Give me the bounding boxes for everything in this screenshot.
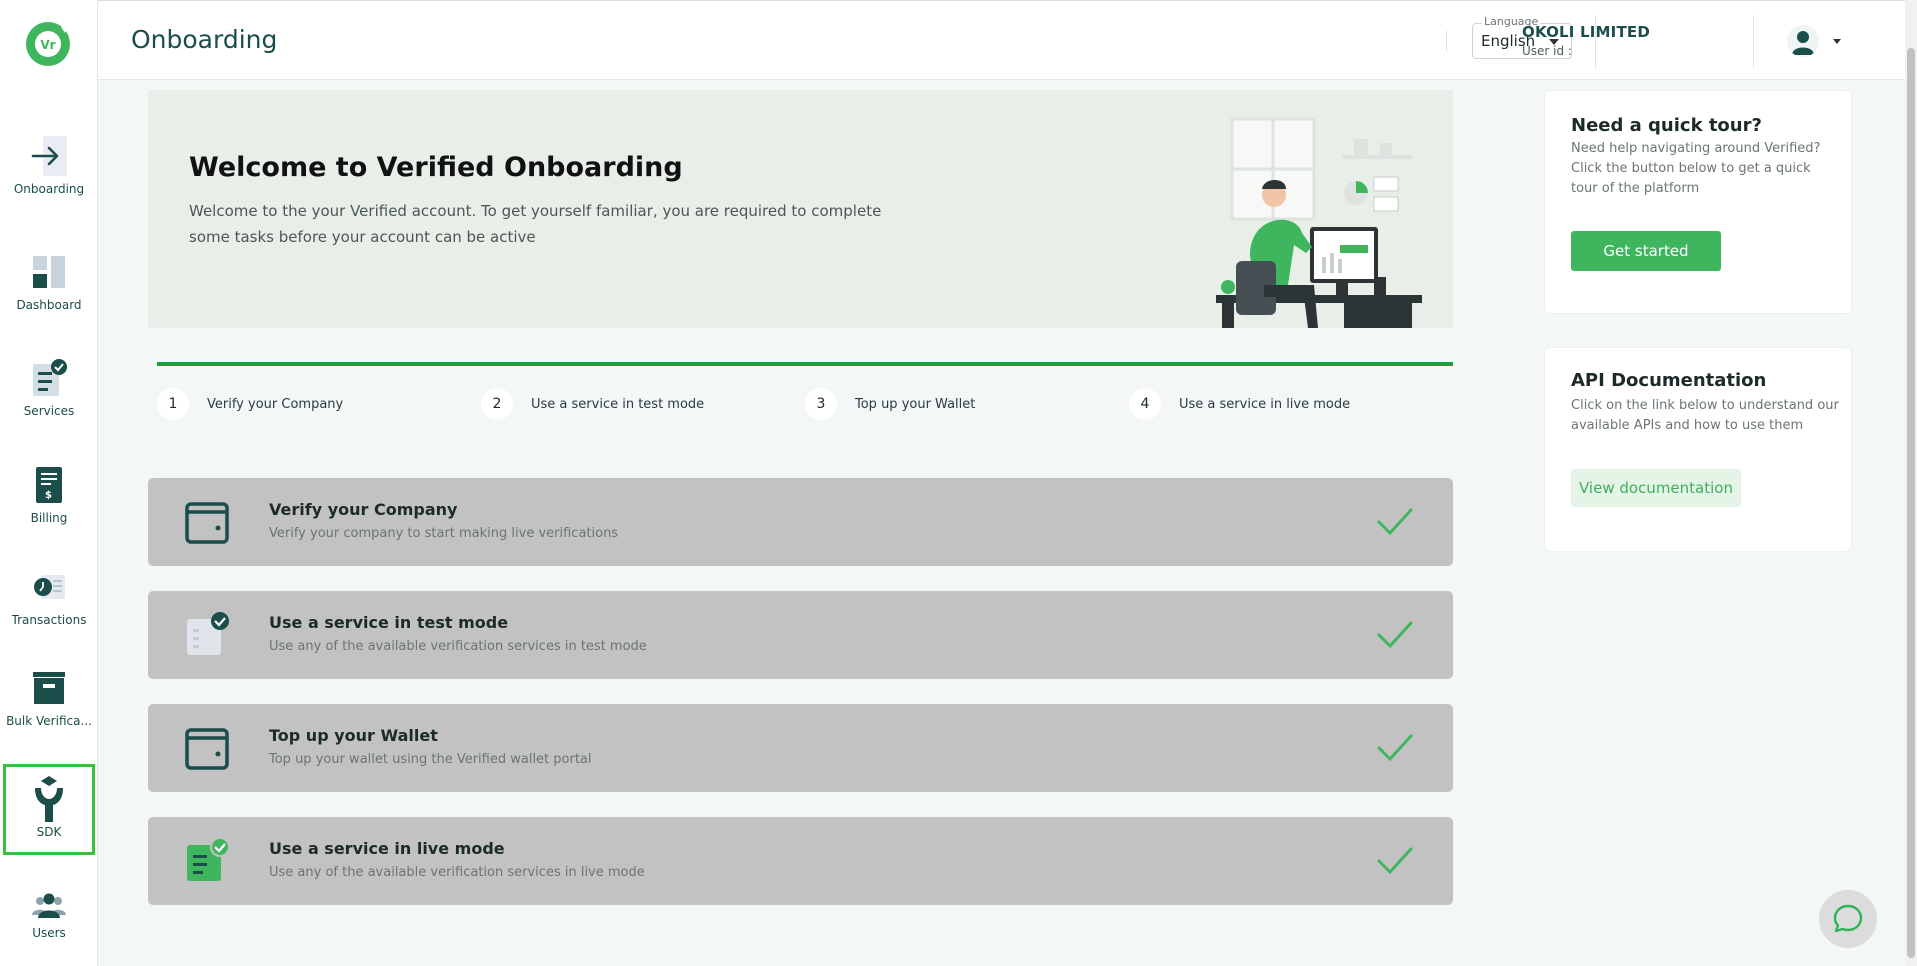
task-description: Use any of the available verification se…: [269, 639, 647, 654]
step-label: Use a service in live mode: [1179, 397, 1351, 412]
step-progress-bar: [481, 362, 805, 366]
sidebar-item-sdk[interactable]: SDK: [3, 764, 95, 855]
wallet-icon: [184, 498, 232, 546]
task-top-up-wallet[interactable]: Top up your Wallet Top up your wallet us…: [148, 704, 1453, 792]
sidebar-item-label: Dashboard: [16, 298, 82, 312]
step-4[interactable]: 4 Use a service in live mode: [1129, 362, 1453, 422]
checkmark-icon: [1375, 730, 1415, 766]
task-title: Use a service in live mode: [269, 839, 505, 858]
verified-logo[interactable]: Vr: [25, 21, 71, 67]
sidebar-item-dashboard[interactable]: Dashboard: [0, 250, 98, 312]
card-text: Need help navigating around Verified? Cl…: [1571, 141, 1821, 196]
transactions-icon: [27, 565, 71, 609]
sidebar-item-label: Onboarding: [13, 182, 85, 196]
workspace-illustration: [1214, 115, 1424, 328]
page-title: Onboarding: [131, 25, 278, 54]
checkmark-icon: [1375, 843, 1415, 879]
wallet-icon: [184, 724, 232, 772]
dashboard-icon: [27, 250, 71, 294]
sidebar-item-billing[interactable]: $ Billing: [0, 463, 98, 525]
step-1[interactable]: 1 Verify your Company: [157, 362, 481, 422]
services-icon: [27, 356, 71, 400]
sidebar-item-label: SDK: [36, 825, 62, 839]
header-divider: [1753, 15, 1754, 69]
step-2[interactable]: 2 Use a service in test mode: [481, 362, 805, 422]
quick-tour-card: Need a quick tour? Need help navigating …: [1544, 90, 1852, 314]
task-title: Top up your Wallet: [269, 726, 438, 745]
step-3[interactable]: 3 Top up your Wallet: [805, 362, 1129, 422]
sidebar: Vr Onboarding Dashboard Services $ Billi…: [0, 0, 98, 966]
task-title: Use a service in test mode: [269, 613, 509, 632]
sdk-icon: [27, 776, 71, 822]
step-number: 1: [157, 388, 189, 420]
header-divider: [1446, 31, 1447, 51]
card-text: Click on the link below to understand ou…: [1571, 398, 1839, 433]
sidebar-item-users[interactable]: Users: [0, 888, 98, 940]
task-verify-company[interactable]: Verify your Company Verify your company …: [148, 478, 1453, 566]
card-title: API Documentation: [1571, 370, 1767, 391]
step-number: 3: [805, 388, 837, 420]
sidebar-item-label: Billing: [30, 511, 68, 525]
get-started-button[interactable]: Get started: [1571, 231, 1721, 271]
arrow-right-icon: [27, 134, 71, 178]
bulk-verification-icon: [27, 666, 71, 710]
sidebar-item-label: Transactions: [11, 613, 87, 627]
scrollbar-thumb[interactable]: [1907, 48, 1915, 958]
sidebar-item-onboarding[interactable]: Onboarding: [0, 134, 98, 196]
test-services-icon: [184, 611, 232, 659]
users-icon: [27, 888, 71, 922]
sidebar-item-transactions[interactable]: Transactions: [0, 565, 98, 627]
live-services-icon: [184, 837, 232, 885]
page-scrollbar[interactable]: [1905, 0, 1917, 966]
chat-bubble-icon[interactable]: [1819, 890, 1877, 948]
task-description: Top up your wallet using the Verified wa…: [269, 752, 592, 767]
step-label: Use a service in test mode: [531, 397, 705, 412]
banner-text: Welcome to the your Verified account. To…: [189, 202, 882, 246]
user-id-label: User id :: [1522, 44, 1572, 58]
user-avatar-icon[interactable]: [1787, 25, 1819, 57]
onboarding-stepper: 1 Verify your Company 2 Use a service in…: [157, 362, 1453, 422]
step-progress-bar: [1129, 362, 1453, 366]
step-number: 2: [481, 388, 513, 420]
task-title: Verify your Company: [269, 500, 458, 519]
step-label: Verify your Company: [207, 397, 344, 412]
step-progress-bar: [157, 362, 481, 366]
banner-title: Welcome to Verified Onboarding: [189, 152, 683, 183]
step-progress-bar: [805, 362, 1129, 366]
top-header: Onboarding English Language OKOLI LIMITE…: [98, 0, 1905, 80]
checkmark-icon: [1375, 504, 1415, 540]
task-description: Use any of the available verification se…: [269, 865, 645, 880]
sidebar-item-bulk-verification[interactable]: Bulk Verifica...: [0, 666, 98, 728]
task-live-mode[interactable]: Use a service in live mode Use any of th…: [148, 817, 1453, 905]
billing-icon: $: [27, 463, 71, 507]
view-documentation-button[interactable]: View documentation: [1571, 469, 1741, 507]
task-test-mode[interactable]: Use a service in test mode Use any of th…: [148, 591, 1453, 679]
svg-text:$: $: [45, 490, 52, 501]
sidebar-item-label: Services: [23, 404, 75, 418]
company-name: OKOLI LIMITED: [1522, 23, 1650, 41]
logo-text: Vr: [40, 38, 55, 52]
step-label: Top up your Wallet: [855, 397, 976, 412]
sidebar-item-services[interactable]: Services: [0, 356, 98, 418]
task-description: Verify your company to start making live…: [269, 526, 619, 541]
chevron-down-icon[interactable]: [1833, 39, 1841, 44]
step-number: 4: [1129, 388, 1161, 420]
api-documentation-card: API Documentation Click on the link belo…: [1544, 347, 1852, 552]
sidebar-item-label: Users: [32, 926, 66, 940]
welcome-banner: Welcome to Verified Onboarding Welcome t…: [148, 90, 1453, 328]
checkmark-icon: [1375, 617, 1415, 653]
card-title: Need a quick tour?: [1571, 115, 1762, 136]
sidebar-item-label: Bulk Verifica...: [6, 714, 92, 728]
